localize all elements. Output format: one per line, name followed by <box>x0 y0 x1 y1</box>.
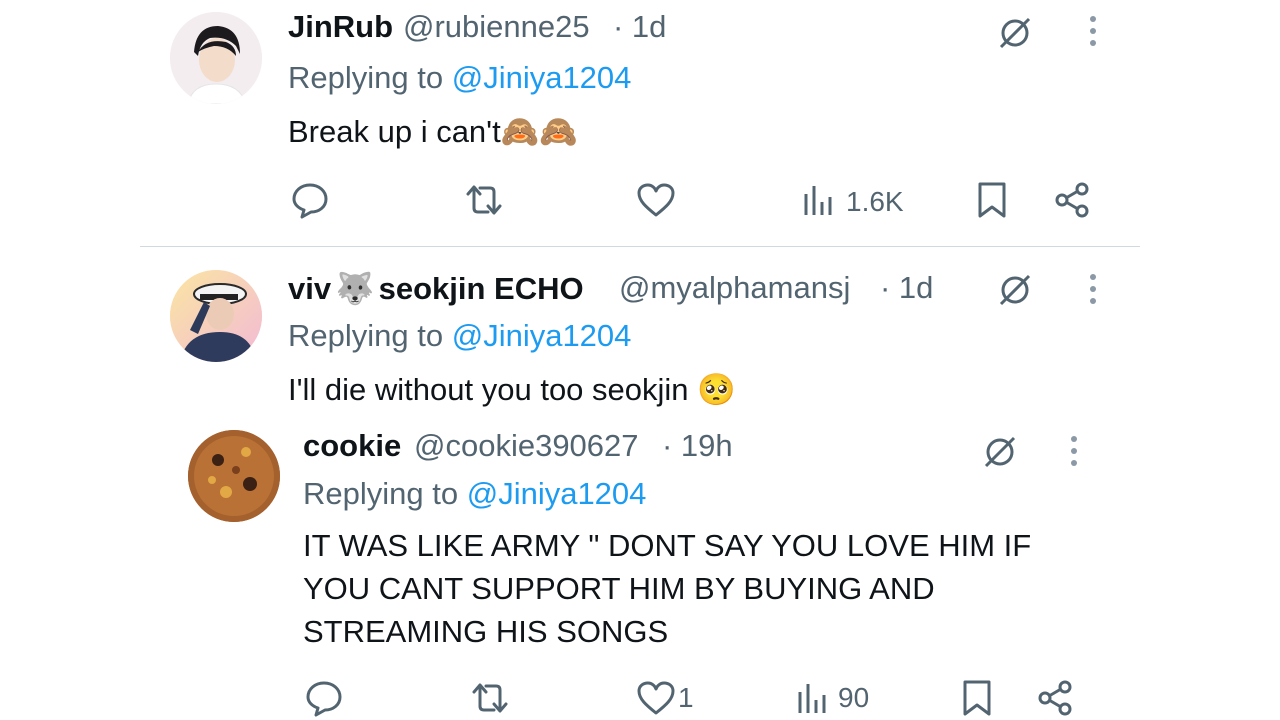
views-icon[interactable] <box>796 682 830 716</box>
replying-prefix: Replying to <box>288 318 444 353</box>
retweet-icon[interactable] <box>462 182 506 218</box>
views-count[interactable]: 1.6K <box>846 186 904 218</box>
share-icon[interactable] <box>1053 180 1091 220</box>
mention-link[interactable]: @Jiniya1204 <box>467 476 647 511</box>
mention-link[interactable]: @Jiniya1204 <box>452 60 632 95</box>
handle[interactable]: @myalphamansj <box>619 270 850 306</box>
tweet-text: IT WAS LIKE ARMY " DONT SAY YOU LOVE HIM… <box>303 528 1032 649</box>
display-name-part1: viv <box>288 271 332 306</box>
tweet-text: I'll die without you too seokjin 🥺 <box>288 372 736 407</box>
share-icon[interactable] <box>1036 678 1074 718</box>
avatar-jinrub[interactable] <box>170 12 262 104</box>
bookmark-icon[interactable] <box>960 678 994 718</box>
replying-to: Replying to @Jiniya1204 <box>303 476 646 512</box>
replying-prefix: Replying to <box>303 476 459 511</box>
reply-icon[interactable] <box>304 678 344 718</box>
tweet-divider <box>140 246 1140 247</box>
display-name[interactable]: JinRub <box>288 9 393 45</box>
replying-prefix: Replying to <box>288 60 444 95</box>
more-icon[interactable] <box>1087 14 1099 48</box>
more-icon[interactable] <box>1068 434 1080 468</box>
grok-icon[interactable] <box>995 13 1035 53</box>
replying-to: Replying to @Jiniya1204 <box>288 318 631 354</box>
handle[interactable]: @rubienne25 <box>403 9 590 45</box>
more-icon[interactable] <box>1087 272 1099 306</box>
display-name[interactable]: viv 🐺 seokjin ECHO <box>288 270 584 307</box>
avatar-image <box>188 430 280 522</box>
bookmark-icon[interactable] <box>975 180 1009 220</box>
grok-icon[interactable] <box>980 432 1020 472</box>
avatar-image <box>170 270 262 362</box>
display-name-part2: seokjin ECHO <box>378 271 584 306</box>
likes-count[interactable]: 1 <box>678 682 694 714</box>
avatar-image <box>170 12 262 104</box>
grok-icon[interactable] <box>995 270 1035 310</box>
display-name[interactable]: cookie <box>303 428 401 464</box>
avatar-viv[interactable] <box>170 270 262 362</box>
retweet-icon[interactable] <box>468 680 512 716</box>
views-icon[interactable] <box>802 184 836 218</box>
handle[interactable]: @cookie390627 <box>414 428 639 464</box>
timestamp[interactable]: · 1d <box>880 270 933 306</box>
avatar-cookie[interactable] <box>188 430 280 522</box>
timestamp[interactable]: · 19h <box>662 428 733 464</box>
mention-link[interactable]: @Jiniya1204 <box>452 318 632 353</box>
tweet-text: Break up i can't🙈🙈 <box>288 114 578 149</box>
like-icon[interactable] <box>636 182 676 218</box>
display-name-emoji: 🐺 <box>335 271 375 306</box>
timestamp[interactable]: · 1d <box>613 9 666 45</box>
reply-icon[interactable] <box>290 180 330 220</box>
like-icon[interactable] <box>636 680 676 716</box>
views-count[interactable]: 90 <box>838 682 869 714</box>
replying-to: Replying to @Jiniya1204 <box>288 60 631 96</box>
